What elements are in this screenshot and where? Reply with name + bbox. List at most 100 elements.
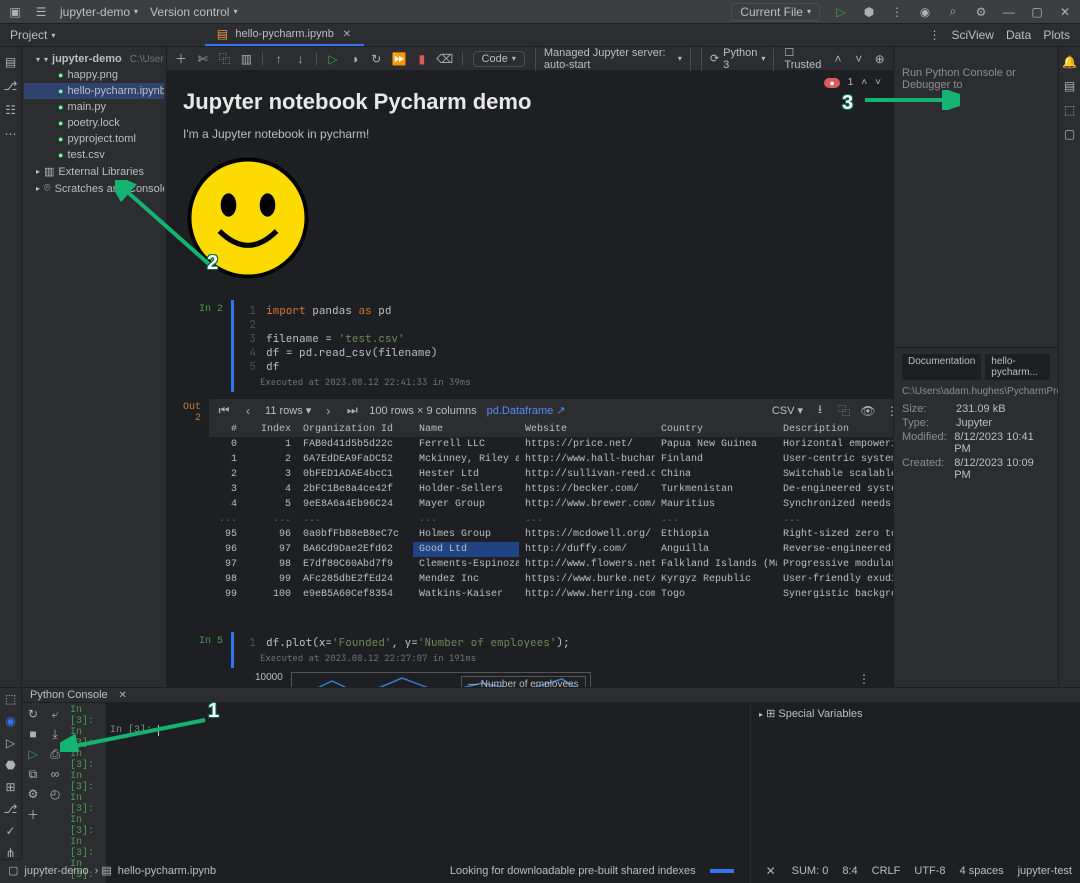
close-icon[interactable]: ✕: [1058, 5, 1072, 19]
editor-tab[interactable]: ▤ hello-pycharm.ipynb ✕: [205, 24, 363, 46]
services-icon[interactable]: ⊞: [4, 780, 18, 794]
search-icon[interactable]: ⌕: [946, 5, 960, 19]
interpreter-dropdown[interactable]: ⟳ Python 3 ▾: [701, 47, 774, 73]
python-icon[interactable]: ◉: [4, 714, 18, 728]
close-console-icon[interactable]: ✕: [116, 688, 130, 702]
console-tab[interactable]: Python Console: [30, 689, 108, 701]
structure-icon[interactable]: ☷: [4, 103, 18, 117]
tree-file[interactable]: ● hello-pycharm.ipynb: [24, 83, 164, 99]
clock-icon[interactable]: ◴: [48, 787, 62, 801]
table-row[interactable]: 99100e9eB5A60Cef8354Watkins-Kaiserhttp:/…: [209, 587, 893, 602]
status-indent[interactable]: 4 spaces: [960, 865, 1004, 877]
tree-file[interactable]: ● pyproject.toml: [24, 131, 164, 147]
right-tab-sciview[interactable]: SciView: [951, 28, 993, 42]
code-block[interactable]: 1import pandas as pd23filename = 'test.c…: [231, 300, 877, 392]
folder-icon[interactable]: ▤: [4, 55, 18, 69]
minimize-icon[interactable]: —: [1002, 5, 1016, 19]
df-header[interactable]: Country: [655, 422, 777, 437]
settings-console-icon[interactable]: ⚙: [26, 787, 40, 801]
tree-file[interactable]: ● poetry.lock: [24, 115, 164, 131]
table-row[interactable]: 9697BA6Cd9Dae2Efd62Good Ltdhttp://duffy.…: [209, 542, 893, 557]
cut-icon[interactable]: ✄: [197, 52, 209, 66]
df-more-icon[interactable]: ⋮: [885, 404, 893, 418]
collapse-down-icon[interactable]: ˅: [853, 52, 864, 66]
hamburger-icon[interactable]: ☰: [34, 5, 48, 19]
plot-code-cell[interactable]: In 5 1df.plot(x='Founded', y='Number of …: [183, 632, 877, 668]
run-cell-icon[interactable]: ▷: [327, 52, 339, 66]
close-tab-icon[interactable]: ✕: [340, 27, 354, 41]
status-position[interactable]: 8:4: [842, 865, 857, 877]
debug-cell-icon[interactable]: ◑: [349, 52, 361, 66]
collapse-up-icon[interactable]: ˄: [833, 52, 844, 66]
tree-scratches[interactable]: ▸ ⌾ Scratches and Consoles: [24, 180, 164, 197]
move-up-icon[interactable]: ↑: [273, 52, 285, 66]
table-row[interactable]: 95960a0bfFbB8eB8eC7cHolmes Grouphttps://…: [209, 527, 893, 542]
tree-file[interactable]: ● test.csv: [24, 147, 164, 163]
df-header[interactable]: #: [209, 422, 243, 437]
run-tool-icon[interactable]: ▷: [4, 736, 18, 750]
plot-more-icon[interactable]: ⋮: [857, 672, 871, 686]
df-header[interactable]: Description: [777, 422, 893, 437]
download-icon[interactable]: ⭳: [813, 404, 827, 418]
scroll-icon[interactable]: ⤓: [48, 727, 62, 741]
exec-icon[interactable]: ▷: [26, 747, 40, 761]
git-icon[interactable]: ⎇: [4, 802, 18, 816]
copy-df-icon[interactable]: ⿻: [837, 404, 851, 418]
view-icon[interactable]: 👁: [861, 404, 875, 418]
table-row[interactable]: 01FAB0d41d5b5d22cFerrell LLChttps://pric…: [209, 437, 893, 452]
table-row[interactable]: 230bFED1ADAE4bcC1Hester Ltdhttp://sulliv…: [209, 467, 893, 482]
commit-icon[interactable]: ⎇: [4, 79, 18, 93]
table-row[interactable]: 9798E7df80C60Abd7f9Clements-Espinozahttp…: [209, 557, 893, 572]
database-icon[interactable]: ▤: [1063, 79, 1077, 93]
problems-icon[interactable]: ⬣: [4, 758, 18, 772]
tree-root[interactable]: ▾ ▾ jupyter-demoC:\Users\ada: [24, 51, 164, 67]
run-config-dropdown[interactable]: Current File ▾: [731, 3, 820, 21]
problems-widget[interactable]: ●1 ˄˅: [824, 77, 881, 88]
more-tools-icon[interactable]: ⋯: [4, 127, 18, 141]
df-type-link[interactable]: pd.Dataframe ↗: [487, 404, 566, 417]
jupyter-server-dropdown[interactable]: Managed Jupyter server: auto-start ▾: [535, 47, 691, 73]
doc-tab-documentation[interactable]: Documentation: [902, 354, 981, 380]
console-variables[interactable]: ▸ ⊞ Special Variables: [750, 703, 1080, 883]
copy-icon[interactable]: ⿻: [219, 52, 231, 66]
export-dropdown[interactable]: CSV ▾: [772, 404, 803, 417]
settings-icon[interactable]: ⚙: [974, 5, 988, 19]
notifications-icon[interactable]: 🔔: [1063, 55, 1077, 69]
project-tool-button[interactable]: Project ▾: [0, 28, 65, 42]
print-icon[interactable]: ⎙: [48, 747, 62, 761]
restart-icon[interactable]: ↻: [370, 52, 382, 66]
rows-dropdown[interactable]: 11 rows ▾: [265, 404, 311, 417]
tab-more-icon[interactable]: ⋮: [927, 28, 941, 42]
history-icon[interactable]: ∞: [48, 767, 62, 781]
new-console-icon[interactable]: ＋: [26, 807, 40, 821]
status-interpreter[interactable]: jupyter-test: [1018, 865, 1072, 877]
add-cell-icon[interactable]: ＋: [175, 52, 187, 66]
df-header[interactable]: Index: [243, 422, 297, 437]
project-tree[interactable]: ▾ ▾ jupyter-demoC:\Users\ada ● happy.png…: [22, 47, 167, 687]
tree-ext-libs[interactable]: ▸ ▥ External Libraries: [24, 163, 164, 180]
doc-tab-file[interactable]: hello-pycharm...: [985, 354, 1050, 380]
df-header[interactable]: Name: [413, 422, 519, 437]
df-header[interactable]: Website: [519, 422, 655, 437]
stop-console-icon[interactable]: ■: [26, 727, 40, 741]
paste-icon[interactable]: ▥: [241, 52, 253, 66]
prev-page-icon[interactable]: ‹: [241, 404, 255, 418]
debug-icon[interactable]: ⬢: [862, 5, 876, 19]
status-close-icon[interactable]: ✕: [764, 864, 778, 878]
first-page-icon[interactable]: ⏮: [217, 404, 231, 418]
code-cell[interactable]: In 2 1import pandas as pd23filename = 't…: [183, 300, 877, 392]
right-tab-plots[interactable]: Plots: [1043, 28, 1070, 42]
clear-icon[interactable]: ⌫: [438, 52, 452, 66]
more-icon[interactable]: ⋮: [890, 5, 904, 19]
cell-type-dropdown[interactable]: Code ▾: [473, 51, 525, 67]
notebook-content[interactable]: Jupyter notebook Pycharm demo I'm a Jupy…: [167, 71, 893, 687]
rerun-icon[interactable]: ↻: [26, 707, 40, 721]
globe-icon[interactable]: ⊕: [874, 52, 885, 66]
user-icon[interactable]: ◉: [918, 5, 932, 19]
next-page-icon[interactable]: ›: [321, 404, 335, 418]
last-page-icon[interactable]: ⏭: [345, 404, 359, 418]
console-history[interactable]: In [3]:In [3]:In [3]:In [3]:In [3]:In [3…: [66, 703, 106, 883]
console-input[interactable]: In [3]:: [106, 703, 750, 883]
terminal-icon[interactable]: ⬚: [4, 692, 18, 706]
plot-code-block[interactable]: 1df.plot(x='Founded', y='Number of emplo…: [231, 632, 877, 668]
